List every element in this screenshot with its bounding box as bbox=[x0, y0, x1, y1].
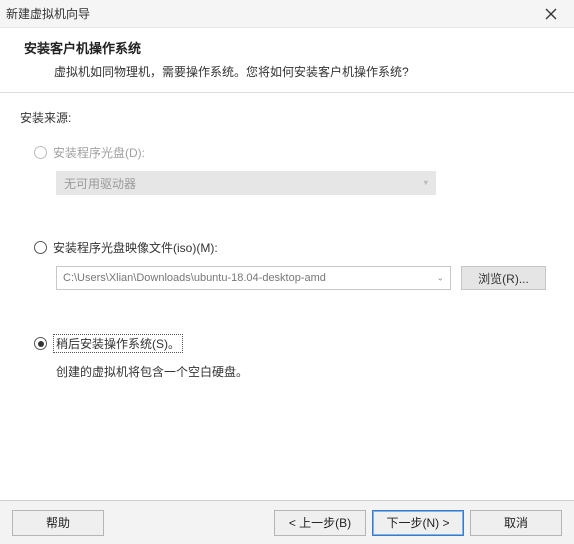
option-later-row[interactable]: 稍后安装操作系统(S)。 bbox=[34, 334, 554, 353]
radio-iso[interactable] bbox=[34, 241, 47, 254]
chevron-down-icon: ▾ bbox=[423, 178, 428, 189]
cancel-button[interactable]: 取消 bbox=[470, 510, 562, 536]
content-area: 安装来源: 安装程序光盘(D): 无可用驱动器 ▾ 安装程序光盘映像文件(iso… bbox=[0, 93, 574, 390]
browse-button[interactable]: 浏览(R)... bbox=[461, 266, 546, 290]
option-disc-group: 安装程序光盘(D): 无可用驱动器 ▾ bbox=[34, 144, 554, 195]
help-button[interactable]: 帮助 bbox=[12, 510, 104, 536]
install-source-label: 安装来源: bbox=[20, 109, 554, 126]
titlebar: 新建虚拟机向导 bbox=[0, 0, 574, 28]
page-subtitle: 虚拟机如同物理机，需要操作系统。您将如何安装客户机操作系统? bbox=[54, 63, 560, 80]
option-disc-row[interactable]: 安装程序光盘(D): bbox=[34, 144, 554, 161]
option-iso-group: 安装程序光盘映像文件(iso)(M): ⌄ 浏览(R)... bbox=[34, 239, 554, 290]
footer: 帮助 < 上一步(B) 下一步(N) > 取消 bbox=[0, 500, 574, 544]
radio-iso-label: 安装程序光盘映像文件(iso)(M): bbox=[53, 239, 218, 256]
window-title: 新建虚拟机向导 bbox=[6, 5, 90, 22]
option-later-group: 稍后安装操作系统(S)。 创建的虚拟机将包含一个空白硬盘。 bbox=[34, 334, 554, 380]
iso-path-input[interactable] bbox=[56, 266, 451, 290]
option-later-note: 创建的虚拟机将包含一个空白硬盘。 bbox=[56, 363, 554, 380]
iso-path-row: ⌄ 浏览(R)... bbox=[56, 266, 554, 290]
disc-dropdown-text: 无可用驱动器 bbox=[64, 175, 136, 192]
back-button[interactable]: < 上一步(B) bbox=[274, 510, 366, 536]
radio-disc-label: 安装程序光盘(D): bbox=[53, 144, 145, 161]
close-button[interactable] bbox=[534, 0, 568, 28]
page-title: 安装客户机操作系统 bbox=[24, 38, 560, 57]
disc-dropdown: 无可用驱动器 ▾ bbox=[56, 171, 436, 195]
wizard-header: 安装客户机操作系统 虚拟机如同物理机，需要操作系统。您将如何安装客户机操作系统? bbox=[0, 28, 574, 92]
radio-later[interactable] bbox=[34, 337, 47, 350]
radio-disc[interactable] bbox=[34, 146, 47, 159]
close-icon bbox=[545, 8, 557, 20]
radio-later-label: 稍后安装操作系统(S)。 bbox=[53, 334, 183, 353]
option-iso-row[interactable]: 安装程序光盘映像文件(iso)(M): bbox=[34, 239, 554, 256]
next-button[interactable]: 下一步(N) > bbox=[372, 510, 464, 536]
